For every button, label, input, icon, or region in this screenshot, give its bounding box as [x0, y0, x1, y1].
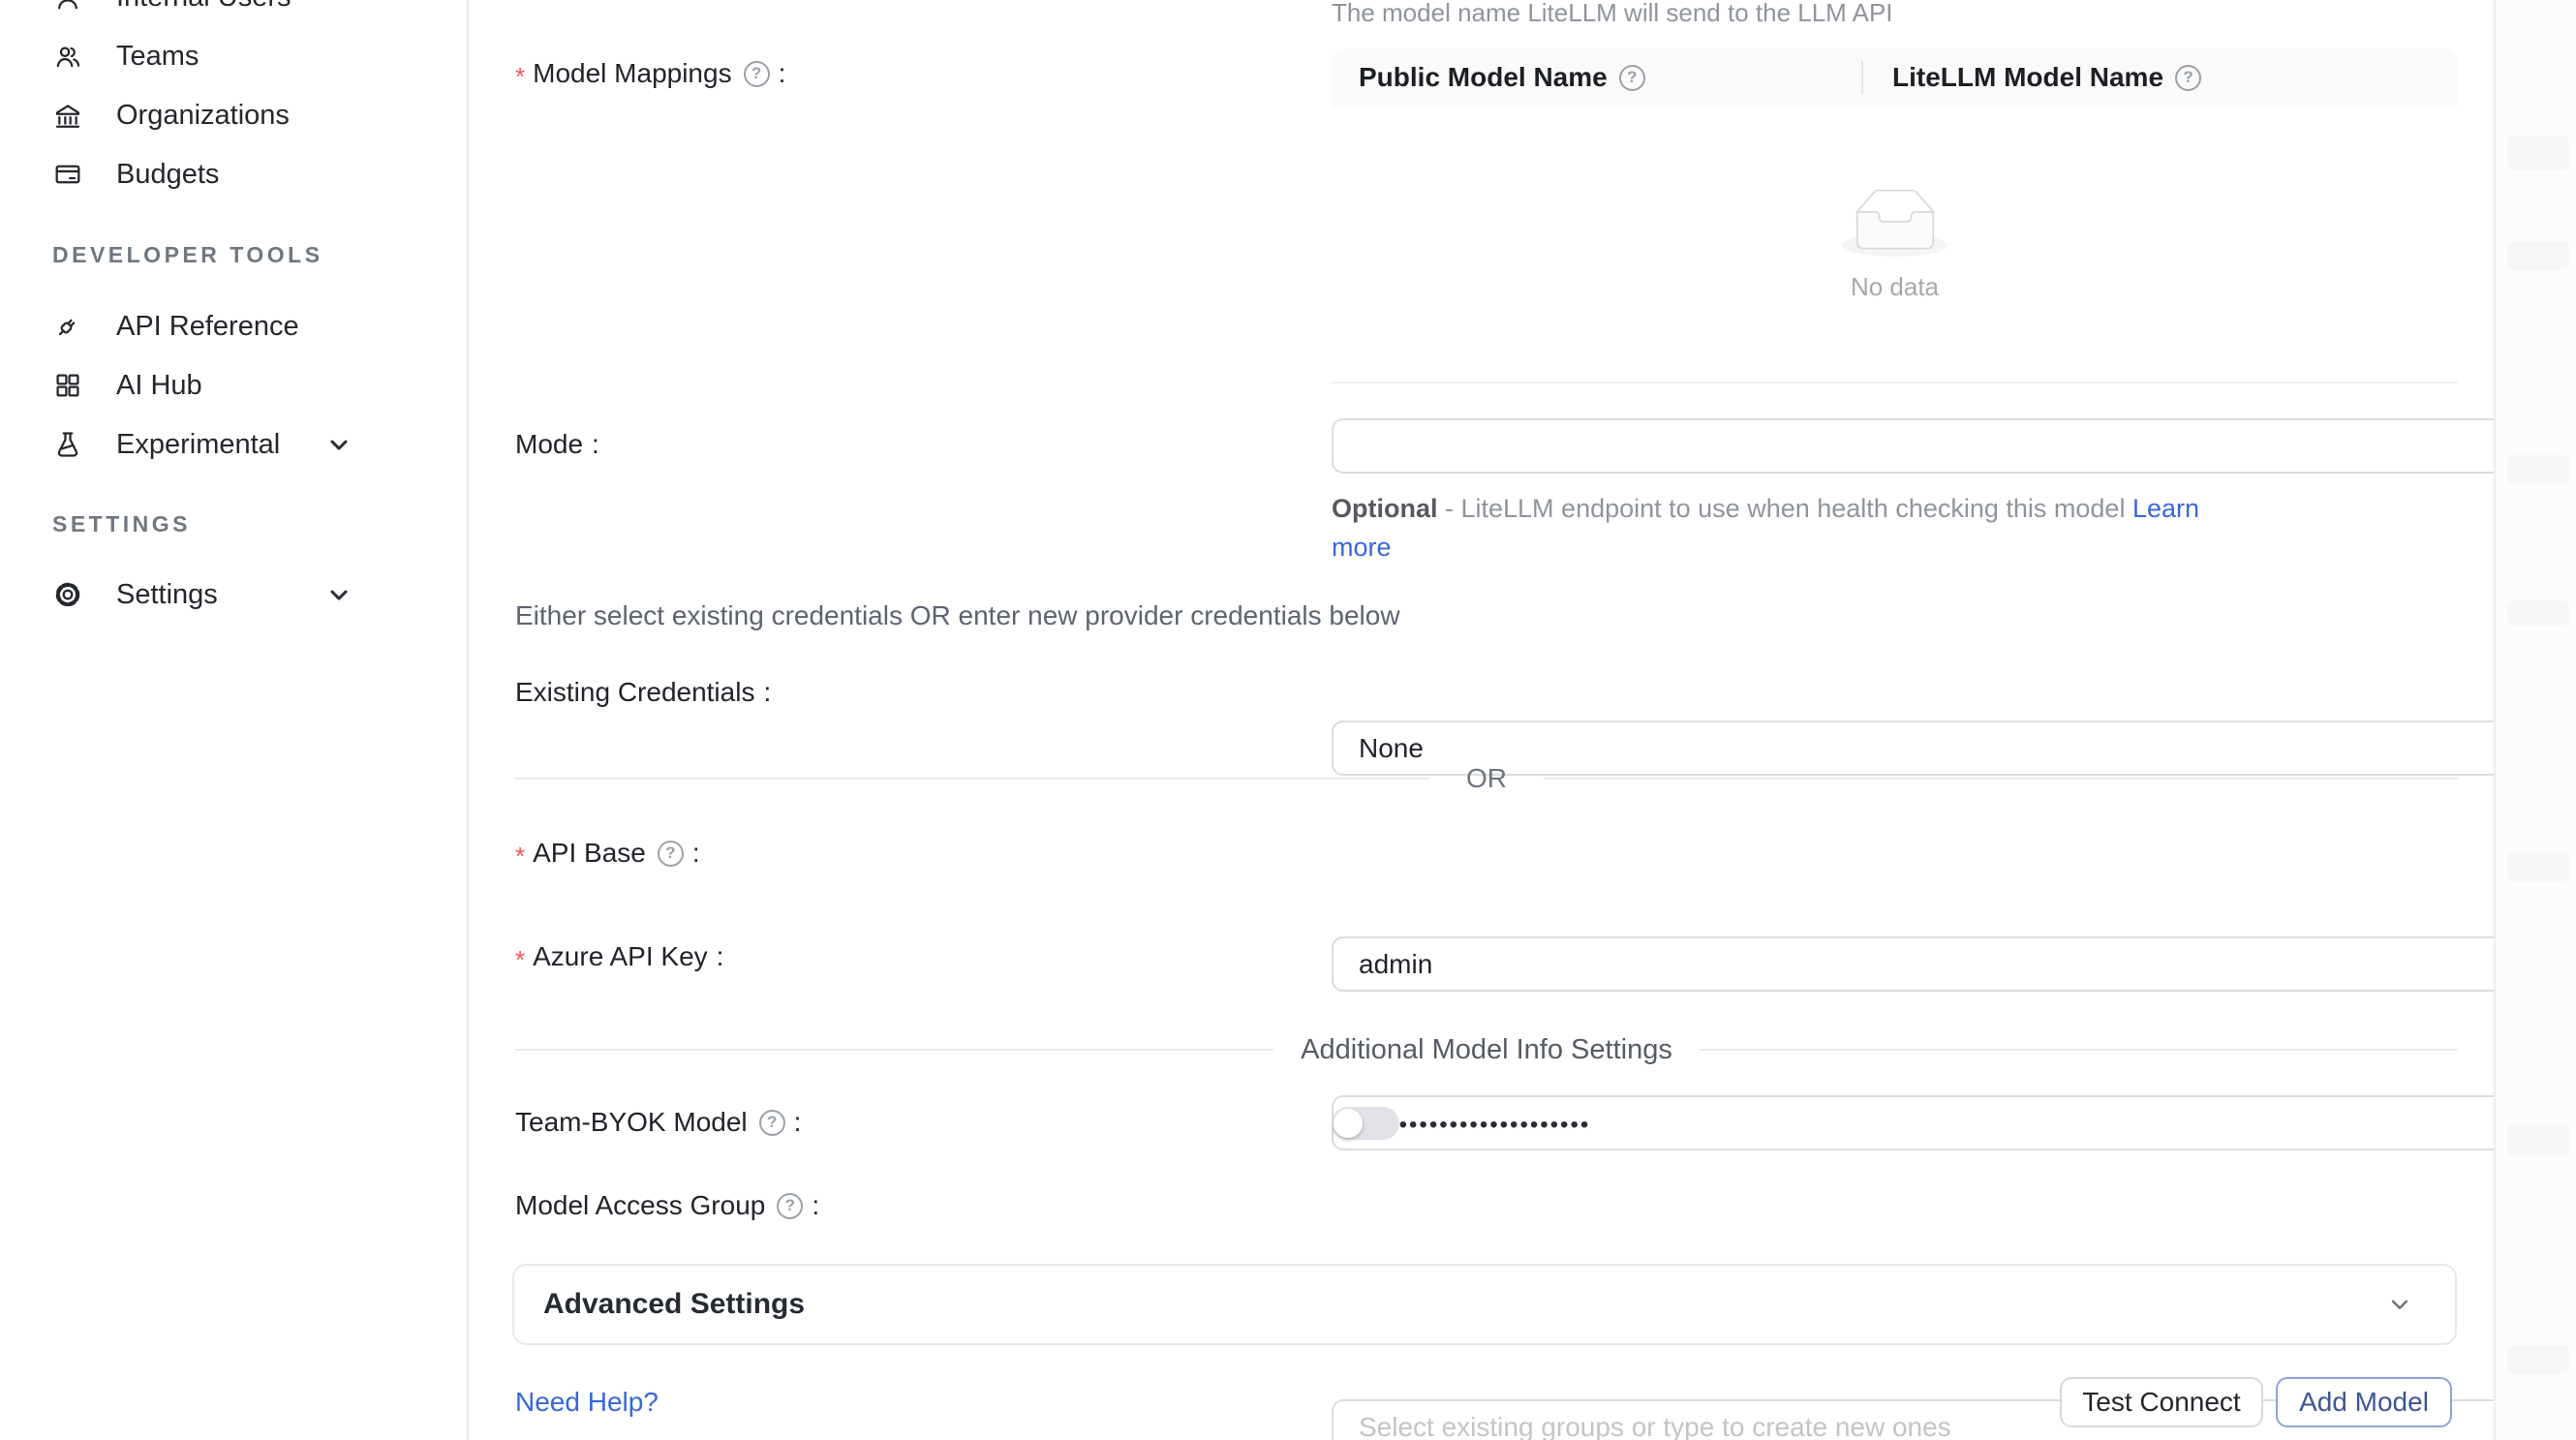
- mode-help-text: Optional - LiteLLM endpoint to use when …: [1332, 489, 2436, 567]
- empty-inbox-icon: [1842, 189, 1948, 257]
- toggle-knob: [1334, 1109, 1363, 1138]
- selected-value: None: [1359, 733, 1424, 764]
- model-access-group-label: Model Access Group ? :: [515, 1188, 819, 1223]
- select-placeholder: Select existing groups or type to create…: [1359, 1412, 1951, 1440]
- mode-label: Mode :: [515, 427, 599, 462]
- help-circle-icon[interactable]: ?: [777, 1193, 803, 1219]
- team-byok-label: Team-BYOK Model ? :: [515, 1105, 801, 1140]
- flask-icon: [51, 428, 84, 461]
- additional-info-divider: Additional Model Info Settings: [515, 1034, 2458, 1065]
- background-page-edge: [2494, 0, 2576, 1440]
- sidebar-item-label: Teams: [116, 41, 199, 73]
- required-marker: *: [515, 62, 525, 92]
- azure-api-key-input[interactable]: •••••••••••••••••••••••: [1332, 1095, 2576, 1150]
- team-byok-toggle[interactable]: [1332, 1107, 1399, 1140]
- sidebar-item-teams[interactable]: Teams: [0, 26, 467, 86]
- sidebar-item-internal-users[interactable]: Internal Users: [0, 0, 467, 27]
- empty-state-text: No data: [1851, 272, 1939, 302]
- add-model-button[interactable]: Add Model: [2276, 1377, 2452, 1427]
- gear-icon: [51, 578, 84, 611]
- credentials-note: Either select existing credentials OR en…: [515, 600, 1400, 631]
- add-model-page: Internal Users Teams Organizations Budge…: [0, 0, 2576, 1440]
- sidebar-item-label: Budgets: [116, 159, 219, 191]
- advanced-settings-title: Advanced Settings: [543, 1288, 805, 1321]
- chevron-down-icon: [325, 581, 353, 608]
- or-divider-text: OR: [1466, 763, 1507, 794]
- add-model-form: The model name LiteLLM will send to the …: [471, 0, 2494, 1440]
- column-header-public-model-name: Public Model Name ?: [1332, 62, 1861, 93]
- api-base-input[interactable]: admin: [1332, 936, 2576, 992]
- litellm-model-name-help: The model name LiteLLM will send to the …: [1332, 0, 1893, 28]
- model-mappings-label: * Model Mappings ? :: [515, 56, 785, 91]
- sidebar-item-label: AI Hub: [116, 370, 202, 402]
- table-header: Public Model Name ? LiteLLM Model Name ?: [1332, 48, 2458, 107]
- additional-info-divider-text: Additional Model Info Settings: [1301, 1034, 1672, 1066]
- api-plug-icon: [51, 310, 84, 343]
- azure-api-key-label: * Azure API Key :: [515, 939, 723, 974]
- chevron-down-icon: [325, 431, 353, 458]
- chevron-down-icon: [2385, 1290, 2414, 1319]
- or-divider: OR: [515, 764, 2458, 793]
- sidebar-item-label: Internal Users: [116, 0, 291, 14]
- advanced-settings-panel[interactable]: Advanced Settings: [512, 1264, 2457, 1345]
- sidebar-item-experimental[interactable]: Experimental: [0, 414, 467, 475]
- learn-more-link[interactable]: Learn: [2132, 494, 2199, 523]
- empty-state: No data: [1332, 107, 2458, 383]
- user-icon: [51, 0, 84, 14]
- learn-more-link[interactable]: more: [1332, 533, 1392, 562]
- help-circle-icon[interactable]: ?: [2175, 65, 2201, 91]
- sidebar-item-api-reference[interactable]: API Reference: [0, 296, 467, 356]
- existing-credentials-label: Existing Credentials :: [515, 675, 771, 710]
- credit-card-icon: [51, 158, 84, 191]
- api-base-label: * API Base ? :: [515, 836, 700, 871]
- need-help-link[interactable]: Need Help?: [515, 1387, 659, 1418]
- grid-icon: [51, 369, 84, 402]
- sidebar-nav: Internal Users Teams Organizations Budge…: [0, 0, 469, 1440]
- bank-icon: [51, 99, 84, 132]
- help-circle-icon[interactable]: ?: [744, 61, 770, 87]
- help-circle-icon[interactable]: ?: [1619, 65, 1645, 91]
- sidebar-item-label: Settings: [116, 579, 218, 611]
- sidebar-item-label: Organizations: [116, 100, 290, 132]
- sidebar-item-ai-hub[interactable]: AI Hub: [0, 355, 467, 415]
- model-mappings-table: Public Model Name ? LiteLLM Model Name ?: [1332, 48, 2458, 383]
- sidebar-item-organizations[interactable]: Organizations: [0, 85, 467, 145]
- help-circle-icon[interactable]: ?: [759, 1110, 785, 1136]
- sidebar-section-settings: SETTINGS: [52, 511, 191, 537]
- sidebar-section-developer-tools: DEVELOPER TOOLS: [52, 242, 323, 268]
- required-marker: *: [515, 945, 525, 975]
- sidebar-item-budgets[interactable]: Budgets: [0, 144, 467, 204]
- input-value: admin: [1359, 949, 1432, 980]
- team-icon: [51, 40, 84, 73]
- sidebar-item-label: Experimental: [116, 429, 280, 461]
- sidebar-item-settings[interactable]: Settings: [0, 565, 467, 625]
- column-header-litellm-model-name: LiteLLM Model Name ?: [1861, 62, 2201, 93]
- header-divider: [1861, 61, 1863, 94]
- test-connect-button[interactable]: Test Connect: [2060, 1377, 2263, 1427]
- help-circle-icon[interactable]: ?: [658, 841, 684, 867]
- required-marker: *: [515, 842, 525, 872]
- mode-select[interactable]: [1332, 418, 2576, 474]
- sidebar-item-label: API Reference: [116, 311, 299, 343]
